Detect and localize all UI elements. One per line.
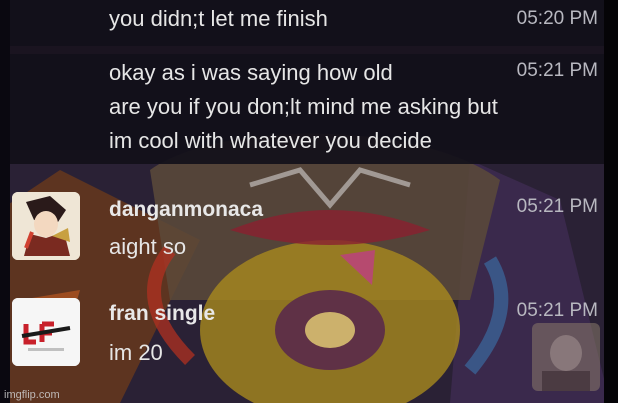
message-timestamp: 05:21 PM xyxy=(516,60,598,81)
message-text: im 20 xyxy=(109,340,163,365)
message-timestamp: 05:20 PM xyxy=(516,8,598,29)
message-timestamp: 05:21 PM xyxy=(516,196,598,217)
image-thumbnail[interactable] xyxy=(532,323,600,391)
frame-edge-left xyxy=(0,0,10,403)
message-text-line-3: im cool with whatever you decide xyxy=(109,128,432,153)
anime-character-avatar[interactable] xyxy=(12,192,80,260)
logo-avatar[interactable] xyxy=(12,298,80,366)
message-row[interactable]: okay as i was saying how old are you if … xyxy=(10,54,604,164)
message-text-line-2: are you if you don;lt mind me asking but xyxy=(109,94,498,119)
message-row[interactable]: danganmonaca 05:21 PM aight so xyxy=(10,186,604,276)
message-text: aight so xyxy=(109,234,187,259)
frame-edge-right xyxy=(604,0,618,403)
message-text-line-1: okay as i was saying how old xyxy=(109,60,393,85)
message-timestamp: 05:21 PM xyxy=(516,300,598,321)
message-row[interactable]: you didn;t let me finish 05:20 PM xyxy=(10,0,604,46)
message-row[interactable]: fran single 05:21 PM im 20 xyxy=(10,292,604,392)
author-name[interactable]: fran single xyxy=(109,302,215,326)
message-text: you didn;t let me finish xyxy=(109,6,328,31)
author-name[interactable]: danganmonaca xyxy=(109,198,263,222)
watermark-text: imgflip.com xyxy=(4,389,60,401)
